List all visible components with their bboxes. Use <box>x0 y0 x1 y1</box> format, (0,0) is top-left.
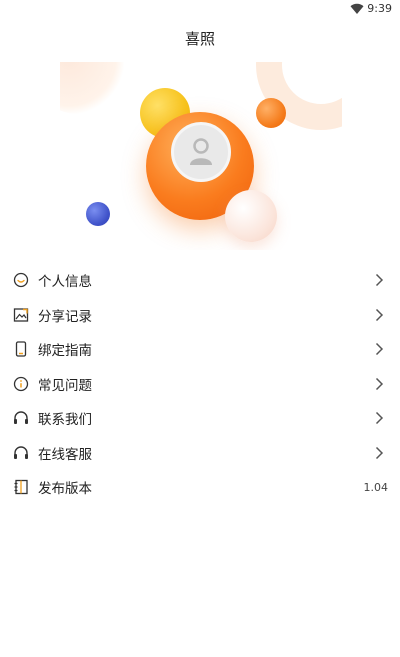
chevron-right-icon <box>375 377 384 390</box>
chevron-right-icon <box>375 274 384 287</box>
menu-item-contact-us[interactable]: 联系我们 <box>0 401 400 436</box>
menu-item-label: 联系我们 <box>38 412 92 429</box>
avatar[interactable] <box>171 122 231 182</box>
page-title: 喜照 <box>184 30 215 48</box>
settings-menu: 个人信息 分享记录 绑定指南 常见问题 联系我们 在线客服 发布版本 1.04 <box>0 263 400 505</box>
version-value: 1.04 <box>363 480 389 494</box>
menu-item-online-support[interactable]: 在线客服 <box>0 436 400 471</box>
menu-item-profile[interactable]: 个人信息 <box>0 263 400 298</box>
menu-item-faq[interactable]: 常见问题 <box>0 367 400 402</box>
menu-item-binding-guide[interactable]: 绑定指南 <box>0 332 400 367</box>
image-share-icon <box>12 306 30 324</box>
chevron-right-icon <box>375 343 384 356</box>
chevron-right-icon <box>375 412 384 425</box>
chevron-right-icon <box>375 308 384 321</box>
menu-item-label: 分享记录 <box>38 308 92 325</box>
headset-icon <box>12 444 30 462</box>
chevron-right-icon <box>375 446 384 459</box>
decor-circle-pink <box>225 190 277 242</box>
smile-face-icon <box>12 271 30 289</box>
decor-circle-blue <box>86 202 110 226</box>
wifi-icon <box>350 3 364 15</box>
menu-item-label: 发布版本 <box>38 481 92 498</box>
status-time: 9:39 <box>367 2 392 15</box>
info-icon <box>12 375 30 393</box>
decor-circle-orange <box>256 98 286 128</box>
decor-circle-peach <box>60 62 124 114</box>
menu-item-label: 常见问题 <box>38 377 92 394</box>
user-icon <box>190 138 212 165</box>
notebook-icon <box>12 478 30 496</box>
status-bar: 9:39 <box>0 0 400 18</box>
menu-item-label: 绑定指南 <box>38 343 92 360</box>
menu-item-label: 在线客服 <box>38 446 92 463</box>
menu-item-release-version[interactable]: 发布版本 1.04 <box>0 470 400 505</box>
phone-icon <box>12 340 30 358</box>
menu-item-label: 个人信息 <box>38 274 92 291</box>
menu-item-share-history[interactable]: 分享记录 <box>0 298 400 333</box>
headset-icon <box>12 409 30 427</box>
